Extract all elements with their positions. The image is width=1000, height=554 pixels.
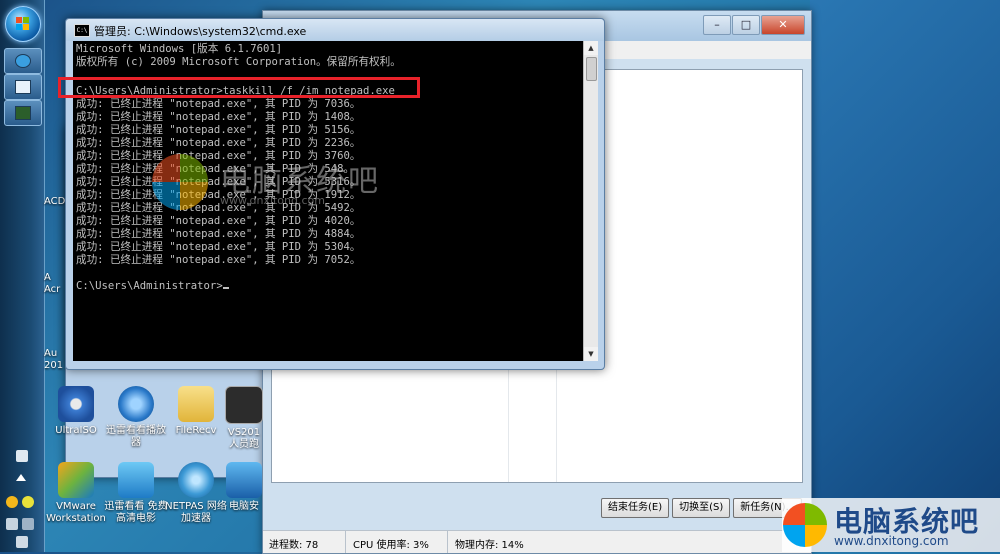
- status-divider: [345, 531, 346, 553]
- desktop-icon-label: 迅雷看看 免费高清电影: [104, 501, 168, 524]
- cmd-icon: C:\: [74, 24, 90, 37]
- taskbar: [0, 0, 605, 552]
- desktop-label-acr: A Acr: [44, 272, 61, 295]
- desktop-icon-label: VS201 人员跑: [227, 427, 261, 450]
- desktop-icon-ultraiso[interactable]: UltraISO: [44, 386, 108, 437]
- xunlei-player-icon: [118, 386, 154, 422]
- shield-icon: [226, 462, 262, 498]
- console-line: 成功: 已终止进程 "notepad.exe", 其 PID 为 5156。: [76, 124, 361, 136]
- keyboard-icon[interactable]: [16, 450, 28, 462]
- notepad-icon: [15, 80, 31, 94]
- notification-area: [0, 442, 44, 552]
- scroll-up-icon[interactable]: ▲: [584, 41, 598, 55]
- close-icon[interactable]: ✕: [761, 15, 805, 35]
- desktop-icon-label: 电脑安: [229, 501, 259, 512]
- watermark-center-url: www.dnxitong.com: [220, 194, 325, 207]
- cmd-window-title: 管理员: C:\Windows\system32\cmd.exe: [94, 25, 307, 38]
- desktop-icon-xunlei-player[interactable]: 迅雷看看播放器: [104, 386, 168, 449]
- memory-usage: 物理内存: 14%: [455, 540, 524, 551]
- vmware-icon: [58, 462, 94, 498]
- minimize-icon[interactable]: –: [703, 15, 731, 35]
- desktop-icon-label: UltraISO: [55, 425, 97, 436]
- desktop-icon-netpas[interactable]: NETPAS 网络加速器: [164, 462, 228, 525]
- explorer-icon: [15, 54, 31, 68]
- console-line: 成功: 已终止进程 "notepad.exe", 其 PID 为 2236。: [76, 137, 361, 149]
- globe-icon: [178, 462, 214, 498]
- command-highlight-box: [58, 77, 420, 98]
- desktop-icon-label: FileRecv: [175, 425, 217, 436]
- scroll-down-icon[interactable]: ▼: [584, 347, 598, 361]
- maximize-icon[interactable]: □: [732, 15, 760, 35]
- desktop-icon-label: 迅雷看看播放器: [106, 425, 166, 448]
- windows-logo-icon: [16, 17, 29, 30]
- desktop-icon-diannao[interactable]: 电脑安: [224, 462, 264, 513]
- network-status-icon[interactable]: [22, 496, 34, 508]
- desktop-label-au: Au 201: [44, 348, 64, 371]
- end-task-button[interactable]: 结束任务(E): [601, 498, 670, 518]
- console-line: 成功: 已终止进程 "notepad.exe", 其 PID 为 5304。: [76, 241, 361, 253]
- switch-to-button[interactable]: 切换至(S): [672, 498, 731, 518]
- process-count: 进程数: 78: [269, 540, 319, 551]
- cmd-titlebar[interactable]: C:\ 管理员: C:\Windows\system32\cmd.exe: [66, 19, 604, 41]
- folder-icon: [178, 386, 214, 422]
- volume-icon[interactable]: [16, 536, 28, 548]
- network-icon[interactable]: [22, 518, 34, 530]
- action-center-icon[interactable]: [6, 518, 18, 530]
- status-bar: 进程数: 78 CPU 使用率: 3% 物理内存: 14%: [263, 530, 811, 553]
- console-line: 成功: 已终止进程 "notepad.exe", 其 PID 为 7052。: [76, 254, 361, 266]
- qq-icon[interactable]: [6, 496, 18, 508]
- monitor-icon: [15, 106, 31, 120]
- vs-icon: [225, 386, 263, 424]
- start-button[interactable]: [5, 6, 41, 42]
- vertical-scrollbar[interactable]: ▲ ▼: [583, 41, 598, 361]
- console-prompt: C:\Users\Administrator>: [76, 280, 223, 292]
- ultraiso-icon: [58, 386, 94, 422]
- desktop-icon-label: NETPAS 网络加速器: [165, 501, 227, 524]
- console-line: 成功: 已终止进程 "notepad.exe", 其 PID 为 7036。: [76, 98, 361, 110]
- watermark-logo-icon: [152, 154, 208, 210]
- console-line: 成功: 已终止进程 "notepad.exe", 其 PID 为 1408。: [76, 111, 361, 123]
- console-line: Microsoft Windows [版本 6.1.7601]: [76, 43, 283, 55]
- watermark-corner: 电脑系统吧 www.dnxitong.com: [782, 498, 1000, 552]
- taskbar-app-notepad[interactable]: [4, 74, 42, 100]
- console-prompt-line: C:\Users\Administrator>: [76, 280, 229, 293]
- xunlei-movies-icon: [118, 462, 154, 498]
- desktop-icon-xunlei-movies[interactable]: 迅雷看看 免费高清电影: [104, 462, 168, 525]
- text-cursor: [222, 287, 229, 289]
- background-window: [810, 0, 1000, 552]
- console-line: 版权所有 (c) 2009 Microsoft Corporation。保留所有…: [76, 56, 401, 68]
- desktop-icon-filerecv[interactable]: FileRecv: [164, 386, 228, 437]
- taskbar-app-explorer[interactable]: [4, 48, 42, 74]
- expand-tray-icon[interactable]: [16, 474, 26, 481]
- desktop-icon-vmware[interactable]: VMware Workstation: [44, 462, 108, 525]
- taskbar-app-taskmgr[interactable]: [4, 100, 42, 126]
- watermark-corner-url: www.dnxitong.com: [834, 534, 949, 548]
- console-line: 成功: 已终止进程 "notepad.exe", 其 PID 为 4884。: [76, 228, 361, 240]
- desktop-icon-vs201[interactable]: VS201 人员跑: [224, 386, 264, 451]
- cpu-usage: CPU 使用率: 3%: [353, 540, 429, 551]
- watermark-logo-icon: [783, 503, 827, 547]
- desktop-icon-label: VMware Workstation: [46, 501, 106, 524]
- scrollbar-thumb[interactable]: [586, 57, 597, 81]
- watermark-center: 电脑系统吧 www.dnxitong.com: [150, 152, 410, 218]
- status-divider: [447, 531, 448, 553]
